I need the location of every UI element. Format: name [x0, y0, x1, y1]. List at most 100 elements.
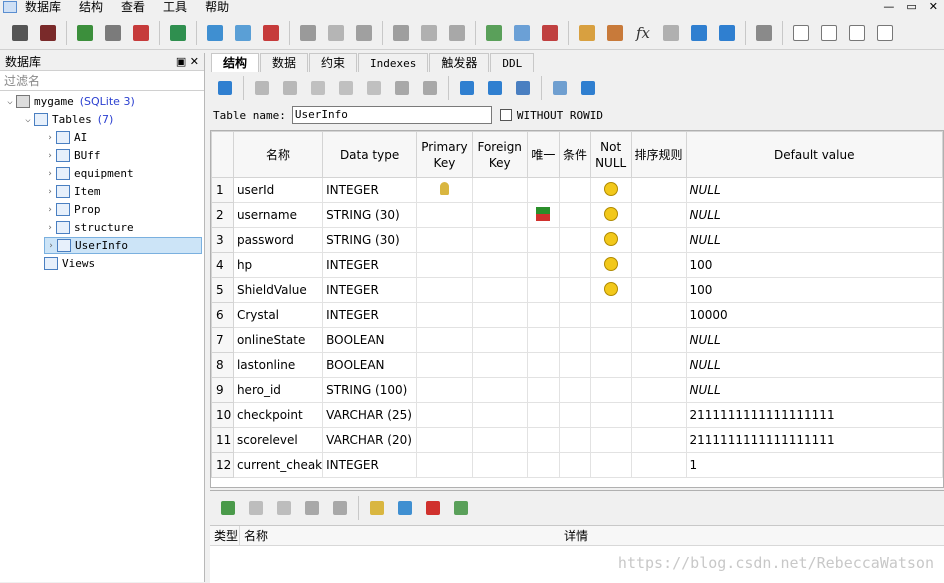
cell-check[interactable]	[559, 302, 591, 328]
table-row[interactable]: 5 ShieldValue INTEGER 100	[211, 277, 943, 303]
chevron-right-icon[interactable]: ›	[44, 187, 56, 197]
cell-pk[interactable]	[416, 427, 473, 453]
tree-table-ai[interactable]: › AI	[44, 129, 87, 146]
tile-horizontal-button[interactable]	[846, 22, 868, 44]
chevron-right-icon[interactable]: ›	[44, 151, 56, 161]
cell-type[interactable]: INTEGER	[322, 452, 418, 478]
menu-database[interactable]: 数据库	[25, 0, 61, 14]
fk-constraint-button[interactable]	[484, 77, 506, 99]
cell-notnull[interactable]	[589, 227, 632, 253]
cell-type[interactable]: STRING (30)	[322, 227, 418, 253]
col-header-check[interactable]: 条件	[559, 131, 591, 178]
cell-notnull[interactable]	[589, 327, 632, 353]
cell-unique[interactable]	[526, 252, 561, 278]
tile-vertical-button[interactable]	[818, 22, 840, 44]
move-down-button[interactable]	[419, 77, 441, 99]
chevron-right-icon[interactable]: ›	[44, 205, 56, 215]
cell-fk[interactable]	[471, 302, 528, 328]
cell-fk[interactable]	[471, 452, 528, 478]
cell-type[interactable]: BOOLEAN	[322, 327, 418, 353]
cell-check[interactable]	[559, 402, 591, 428]
tab-triggers[interactable]: 触发器	[429, 53, 490, 72]
tab-data[interactable]: 数据	[260, 53, 309, 72]
cell-default[interactable]: 2111111111111111111	[685, 427, 943, 453]
add-check-button[interactable]	[450, 497, 472, 519]
chevron-down-icon[interactable]: ⌵	[22, 115, 34, 125]
cell-collation[interactable]	[630, 277, 687, 303]
cell-name[interactable]: ShieldValue	[232, 277, 324, 303]
cell-pk[interactable]	[416, 202, 473, 228]
cell-collation[interactable]	[630, 352, 687, 378]
cell-check[interactable]	[559, 277, 591, 303]
cell-collation[interactable]	[630, 377, 687, 403]
add-constraint-button[interactable]	[217, 497, 239, 519]
edit-index-button[interactable]	[325, 22, 347, 44]
col-header-name[interactable]: 名称	[232, 131, 324, 178]
connect-db-button[interactable]	[9, 22, 31, 44]
cell-unique[interactable]	[526, 427, 561, 453]
cell-pk[interactable]	[416, 377, 473, 403]
cell-default[interactable]: 100	[685, 252, 943, 278]
cell-check[interactable]	[559, 452, 591, 478]
cell-fk[interactable]	[471, 402, 528, 428]
cell-unique[interactable]	[526, 302, 561, 328]
cell-pk[interactable]	[416, 327, 473, 353]
edit-table-button[interactable]	[232, 22, 254, 44]
cell-fk[interactable]	[471, 177, 528, 203]
col-header-type[interactable]: Data type	[322, 131, 418, 178]
cell-default[interactable]: 1	[685, 452, 943, 478]
edit-view-button[interactable]	[511, 22, 533, 44]
cell-type[interactable]: INTEGER	[322, 277, 418, 303]
cell-unique[interactable]	[526, 177, 561, 203]
table-row[interactable]: 8 lastonline BOOLEAN NULL	[211, 352, 943, 378]
chevron-right-icon[interactable]: ›	[45, 241, 57, 251]
tree-db-mygame[interactable]: ⌵ mygame (SQLite 3)	[4, 93, 135, 110]
constraint-up-button[interactable]	[301, 497, 323, 519]
cell-check[interactable]	[559, 327, 591, 353]
settings-button[interactable]	[753, 22, 775, 44]
tree-table-userinfo[interactable]: › UserInfo	[44, 237, 202, 254]
chevron-right-icon[interactable]: ›	[44, 169, 56, 179]
delete-constraint-button[interactable]	[273, 497, 295, 519]
col-header-pk[interactable]: Primary Key	[416, 131, 473, 178]
cell-default[interactable]: NULL	[685, 177, 943, 203]
cell-fk[interactable]	[471, 277, 528, 303]
cell-fk[interactable]	[471, 202, 528, 228]
chevron-right-icon[interactable]: ›	[44, 133, 56, 143]
move-up-button[interactable]	[391, 77, 413, 99]
without-rowid-checkbox[interactable]	[499, 109, 512, 121]
panel-controls[interactable]: ▣ ✕	[176, 53, 199, 71]
cell-type[interactable]: VARCHAR (25)	[322, 402, 418, 428]
cell-name[interactable]: hero_id	[232, 377, 324, 403]
cell-notnull[interactable]	[589, 452, 632, 478]
cell-default[interactable]: NULL	[685, 352, 943, 378]
cell-notnull[interactable]	[589, 177, 632, 203]
tree-tables[interactable]: ⌵ Tables (7)	[22, 111, 113, 128]
commit-button[interactable]	[251, 77, 273, 99]
tree-table-structure[interactable]: › structure	[44, 219, 134, 236]
cell-collation[interactable]	[630, 177, 687, 203]
delete-view-button[interactable]	[539, 22, 561, 44]
cell-type[interactable]: INTEGER	[322, 252, 418, 278]
tree-table-buff[interactable]: › BUff	[44, 147, 101, 164]
cell-pk[interactable]	[416, 252, 473, 278]
chevron-down-icon[interactable]: ⌵	[4, 97, 16, 107]
cell-default[interactable]: NULL	[685, 227, 943, 253]
cell-unique[interactable]	[526, 402, 561, 428]
cell-collation[interactable]	[630, 202, 687, 228]
cell-name[interactable]: checkpoint	[232, 402, 324, 428]
add-pk-button[interactable]	[366, 497, 388, 519]
undo-button[interactable]	[577, 77, 599, 99]
cell-name[interactable]: lastonline	[232, 352, 324, 378]
edit-db-button[interactable]	[102, 22, 124, 44]
cell-notnull[interactable]	[589, 302, 632, 328]
filter-input[interactable]: 过滤名	[0, 71, 204, 91]
menu-tools[interactable]: 工具	[163, 0, 187, 14]
cell-fk[interactable]	[471, 327, 528, 353]
cell-type[interactable]: INTEGER	[322, 177, 418, 203]
cell-fk[interactable]	[471, 427, 528, 453]
query-button[interactable]	[604, 22, 626, 44]
new-table-button[interactable]	[204, 22, 226, 44]
add-fk-button[interactable]	[394, 497, 416, 519]
cell-check[interactable]	[559, 227, 591, 253]
